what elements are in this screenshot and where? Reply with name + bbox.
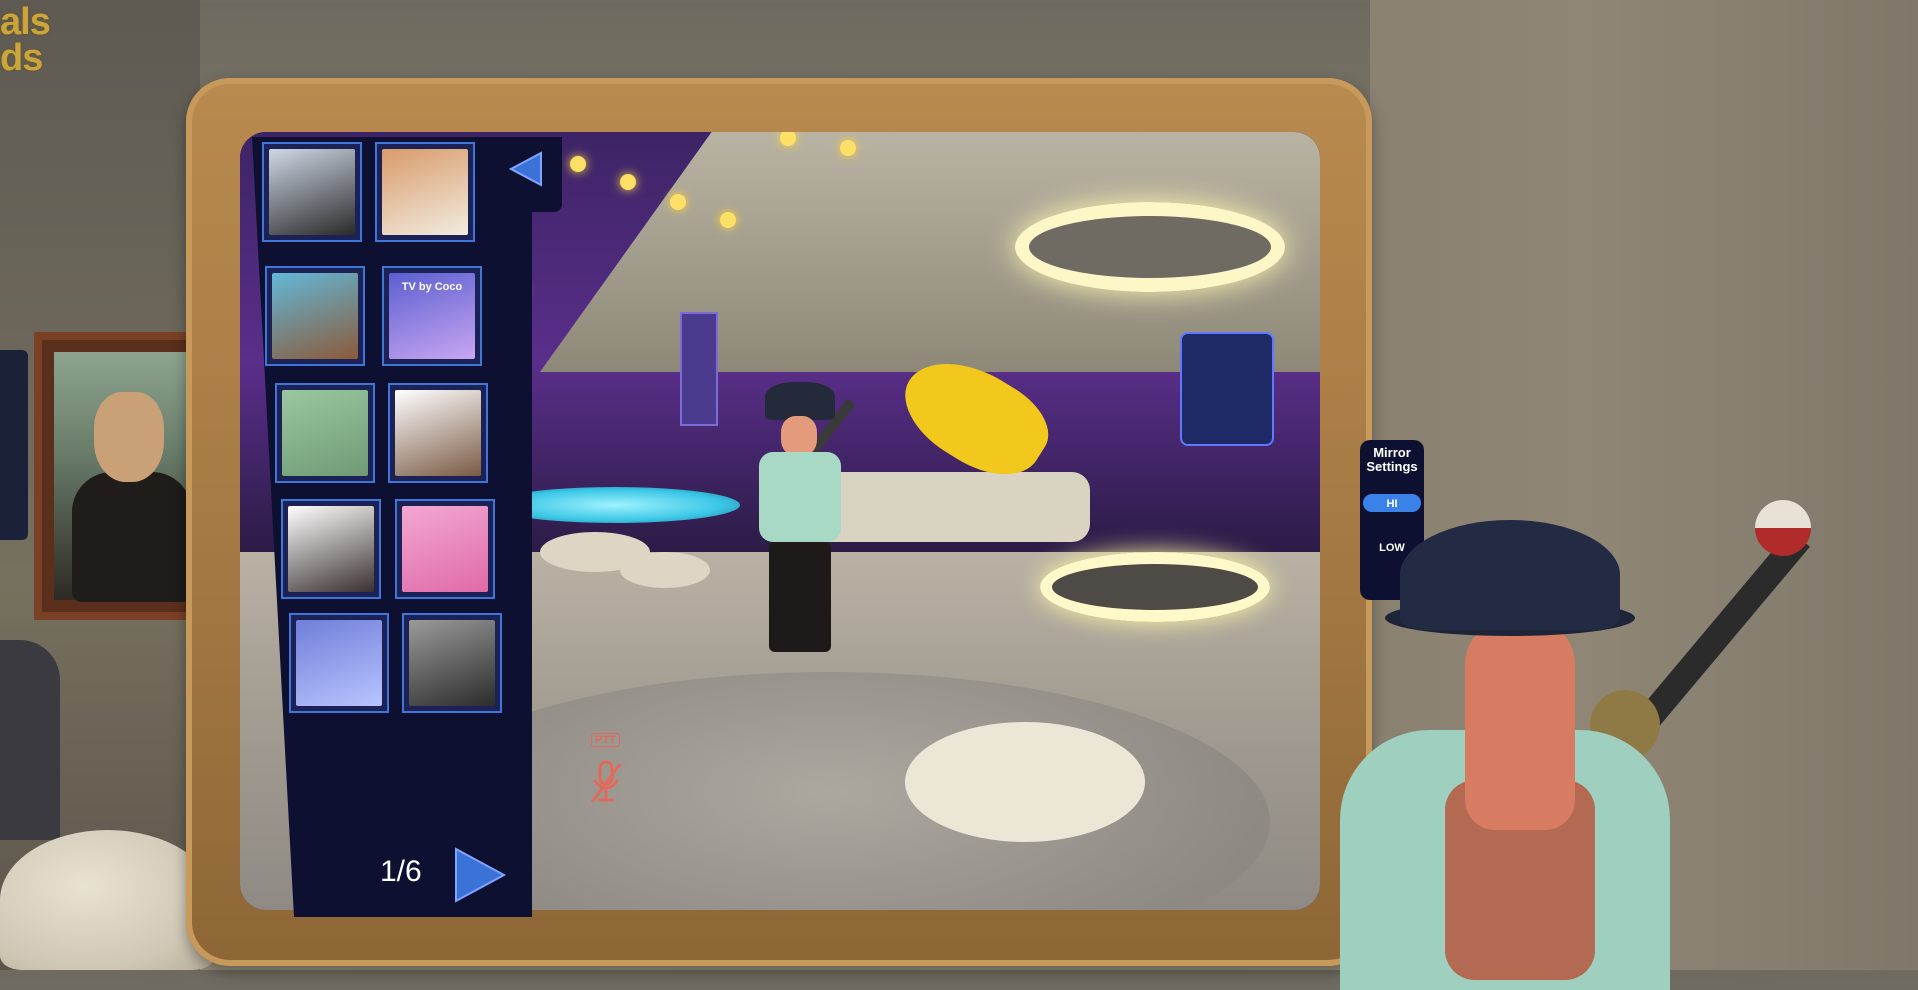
avatar-thumbnail-image xyxy=(288,506,374,592)
mic-muted-icon[interactable] xyxy=(588,758,624,806)
avatar-thumbnail-image xyxy=(382,149,468,235)
avatar-thumbnail-image xyxy=(272,273,358,359)
world-logo: als ds xyxy=(0,1,51,79)
reflected-avatar xyxy=(745,382,856,672)
neon-sign xyxy=(1180,332,1274,446)
floor-ring-light xyxy=(1040,552,1270,622)
pouf xyxy=(620,552,710,588)
ceiling-ring-light xyxy=(1015,202,1285,292)
avatar-thumbnail[interactable] xyxy=(275,383,375,483)
player-avatar xyxy=(1330,500,1850,990)
avatar-thumbnail-image: TV by Coco xyxy=(389,273,475,359)
avatar-thumbnail-image xyxy=(269,149,355,235)
avatar-thumbnail[interactable] xyxy=(388,383,488,483)
side-panel-left xyxy=(0,350,28,540)
banner xyxy=(680,312,718,426)
triangle-left-icon xyxy=(509,151,542,187)
avatar-thumbnail-image xyxy=(409,620,495,706)
avatar-head xyxy=(1465,620,1575,830)
bobber xyxy=(1755,500,1811,556)
avatar-thumbnail-image xyxy=(296,620,382,706)
avatar-thumbnail[interactable] xyxy=(265,266,365,366)
string-light-bulb xyxy=(620,174,636,190)
string-light-bulb xyxy=(670,194,686,210)
collapse-gallery-button[interactable] xyxy=(506,147,546,191)
mirror-settings-title: Mirror Settings xyxy=(1366,445,1418,474)
floor-left xyxy=(0,640,60,840)
bucket-hat xyxy=(1400,520,1620,630)
next-page-button[interactable] xyxy=(452,845,508,905)
triangle-right-icon xyxy=(455,847,507,903)
avatar-thumbnail[interactable] xyxy=(262,142,362,242)
round-pouf xyxy=(905,722,1145,842)
avatar-thumbnail-image xyxy=(395,390,481,476)
string-light-bulb xyxy=(840,140,856,156)
string-light-bulb xyxy=(570,156,586,172)
string-light-bulb xyxy=(720,212,736,228)
page-indicator: 1/6 xyxy=(380,855,422,888)
avatar-thumbnail[interactable] xyxy=(375,142,475,242)
avatar-thumbnail[interactable]: TV by Coco xyxy=(382,266,482,366)
avatar-thumbnail-image xyxy=(402,506,488,592)
pouf-left xyxy=(0,830,215,970)
avatar-thumbnail[interactable] xyxy=(395,499,495,599)
avatar-thumbnail[interactable] xyxy=(402,613,502,713)
ptt-label: PTT xyxy=(591,733,620,747)
avatar-thumbnail[interactable] xyxy=(289,613,389,713)
avatar-thumbnail-image xyxy=(282,390,368,476)
avatar-thumbnail[interactable] xyxy=(281,499,381,599)
